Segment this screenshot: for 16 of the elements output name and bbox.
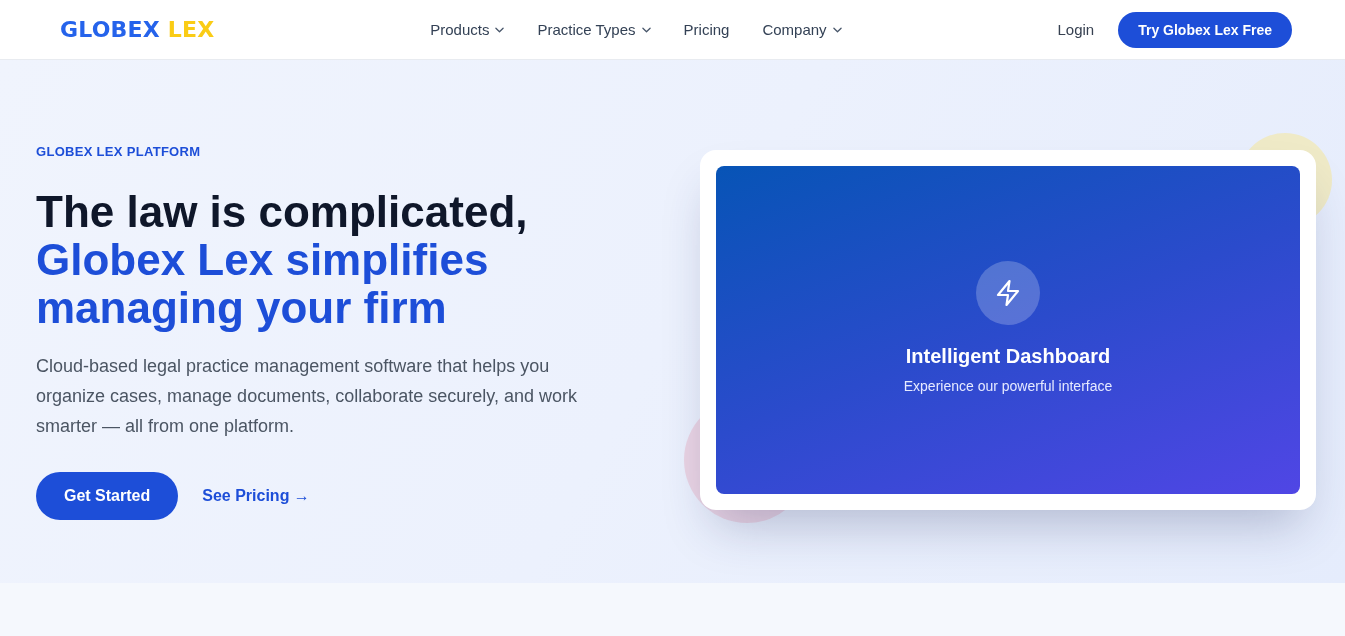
nav-link[interactable]: Practice Types (537, 21, 651, 38)
nav-link[interactable]: Products (430, 21, 505, 38)
preview-subtitle: Experience our powerful interface (903, 377, 1113, 394)
heading-highlight-text: Globex Lex simplifies managing your firm (36, 235, 489, 332)
nav-link[interactable]: Company (762, 21, 842, 38)
description-text: Cloud-based legal practice management software that helps you organize cases, manage documents, collaborate securely, and work smarter — all from one platform. (36, 354, 578, 438)
login-link[interactable]: Login (1057, 21, 1095, 38)
preview-title: Intelligent Dashboard (905, 344, 1111, 368)
eyebrow-text: GLOBEX LEX PLATFORM (36, 143, 201, 159)
get-started-button[interactable]: Get Started (36, 471, 179, 520)
nav-link[interactable]: Pricing (683, 21, 730, 38)
free-trial-button[interactable]: Try Globex Lex Free (1118, 11, 1292, 48)
logo-link[interactable]: GLOBEX LEX (60, 17, 215, 42)
heading-text: The law is complicated, (36, 187, 529, 236)
lightning-icon (976, 260, 1040, 325)
see-pricing-link[interactable]: See Pricing → (202, 486, 310, 505)
